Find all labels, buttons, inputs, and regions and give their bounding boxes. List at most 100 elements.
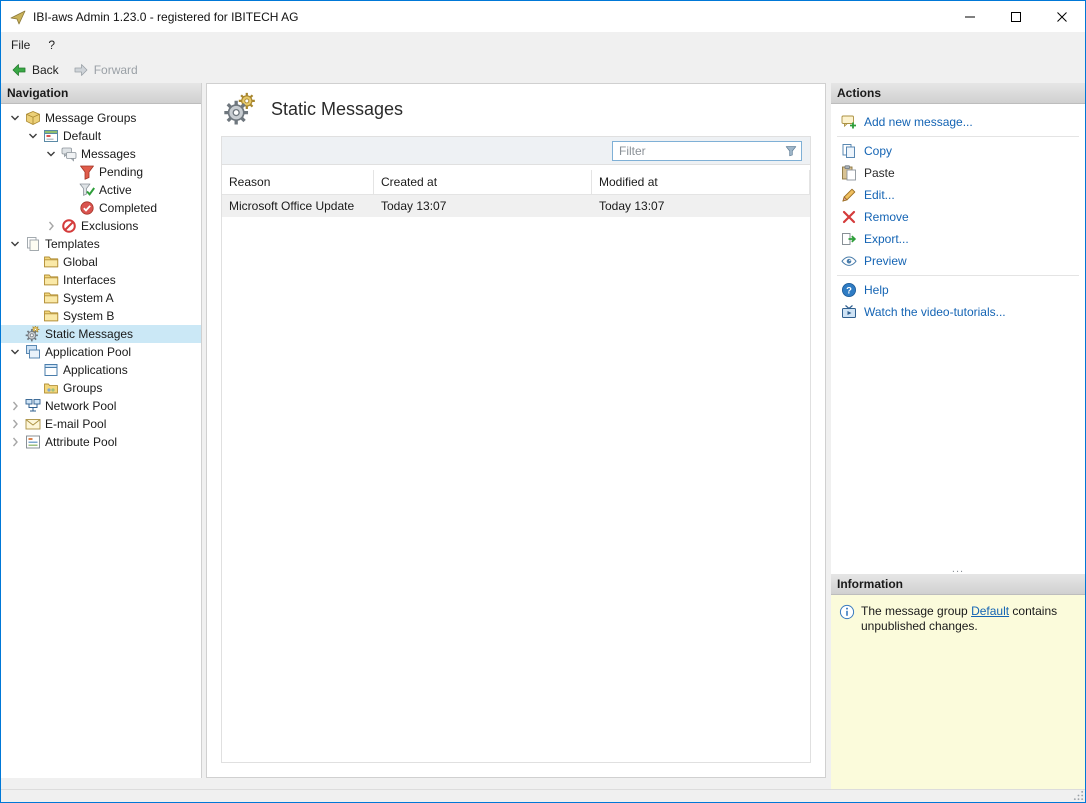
add-message-icon [841, 114, 857, 130]
chevron-right-icon[interactable] [7, 434, 23, 450]
tree-item-system-b[interactable]: System B [1, 307, 201, 325]
message-list: ReasonCreated atModified atMicrosoft Off… [221, 136, 811, 763]
chevron-spacer [25, 380, 41, 396]
tree-item-label: Exclusions [81, 219, 142, 233]
tree-item-applications[interactable]: Applications [1, 361, 201, 379]
tree-item-e-mail-pool[interactable]: E-mail Pool [1, 415, 201, 433]
maximize-button[interactable] [993, 1, 1039, 32]
action-label: Edit... [864, 188, 895, 202]
tree-item-global[interactable]: Global [1, 253, 201, 271]
chevron-right-icon[interactable] [7, 398, 23, 414]
forward-icon [73, 62, 89, 78]
chevron-right-icon[interactable] [43, 218, 59, 234]
filter-box [612, 141, 802, 161]
tree-item-system-a[interactable]: System A [1, 289, 201, 307]
tree-item-exclusions[interactable]: Exclusions [1, 217, 201, 235]
application-pool-icon [25, 344, 41, 360]
actions-list: Add new message... Copy Paste Edit... Remove… [831, 111, 1085, 323]
action-add-new-message[interactable]: Add new message... [831, 111, 1085, 133]
forward-button[interactable]: Forward [66, 59, 145, 81]
action-watch-the-video-tutorials[interactable]: Watch the video-tutorials... [831, 301, 1085, 323]
filter-funnel-icon[interactable] [784, 144, 798, 158]
chevron-down-icon[interactable] [25, 128, 41, 144]
filter-input[interactable] [613, 142, 784, 160]
templates-icon [25, 236, 41, 252]
column-header-reason[interactable]: Reason [222, 170, 374, 194]
information-message-before: The message group [861, 604, 971, 618]
default-group-icon [43, 128, 59, 144]
tree-item-label: Network Pool [45, 399, 120, 413]
chevron-spacer [25, 308, 41, 324]
chevron-down-icon[interactable] [43, 146, 59, 162]
table-row[interactable]: Microsoft Office UpdateToday 13:07Today … [222, 195, 810, 217]
action-label: Add new message... [864, 115, 973, 129]
menu-file[interactable]: File [2, 34, 39, 56]
resize-grip-icon[interactable] [1073, 790, 1084, 801]
tree-item-default[interactable]: Default [1, 127, 201, 145]
tree-item-network-pool[interactable]: Network Pool [1, 397, 201, 415]
pending-icon [79, 164, 95, 180]
edit-icon [841, 187, 857, 203]
action-export[interactable]: Export... [831, 228, 1085, 250]
message-groups-icon [25, 110, 41, 126]
tree-item-application-pool[interactable]: Application Pool [1, 343, 201, 361]
chevron-spacer [61, 182, 77, 198]
panel-splitter[interactable]: ... [831, 565, 1085, 573]
static-messages-icon [25, 326, 41, 342]
tree-item-interfaces[interactable]: Interfaces [1, 271, 201, 289]
menu-help[interactable]: ? [39, 34, 64, 56]
help-icon: ? [841, 282, 857, 298]
active-icon [79, 182, 95, 198]
action-label: Export... [864, 232, 909, 246]
action-help[interactable]: ?Help [831, 279, 1085, 301]
tree-item-static-messages[interactable]: Static Messages [1, 325, 201, 343]
main-header: Static Messages [223, 92, 403, 126]
tree-item-label: Applications [63, 363, 132, 377]
preview-icon [841, 253, 857, 269]
tree-item-completed[interactable]: Completed [1, 199, 201, 217]
chevron-down-icon[interactable] [7, 344, 23, 360]
column-header-modified-at[interactable]: Modified at [592, 170, 810, 194]
table-cell: Microsoft Office Update [222, 195, 374, 217]
tree-item-label: Groups [63, 381, 106, 395]
minimize-button[interactable] [947, 1, 993, 32]
menubar: File? [1, 32, 1085, 57]
back-button-label: Back [32, 63, 59, 77]
column-header-created-at[interactable]: Created at [374, 170, 592, 194]
action-label: Watch the video-tutorials... [864, 305, 1006, 319]
action-preview[interactable]: Preview [831, 250, 1085, 272]
action-label: Copy [864, 144, 892, 158]
tree-item-label: Static Messages [45, 327, 137, 341]
export-icon [841, 231, 857, 247]
back-button[interactable]: Back [4, 59, 66, 81]
action-paste[interactable]: Paste [831, 162, 1085, 184]
information-header: Information [831, 574, 1085, 595]
tree-item-active[interactable]: Active [1, 181, 201, 199]
action-edit[interactable]: Edit... [831, 184, 1085, 206]
chevron-right-icon[interactable] [7, 416, 23, 432]
tree-item-pending[interactable]: Pending [1, 163, 201, 181]
messages-table: ReasonCreated atModified atMicrosoft Off… [222, 170, 810, 217]
chevron-down-icon[interactable] [7, 110, 23, 126]
tree-item-messages[interactable]: Messages [1, 145, 201, 163]
actions-panel: Add new message... Copy Paste Edit... Remove… [831, 104, 1085, 574]
content-area: Navigation Message GroupsDefaultMessages… [1, 83, 1085, 789]
default-group-link[interactable]: Default [971, 604, 1009, 618]
chevron-down-icon[interactable] [7, 236, 23, 252]
navigation-tree: Message GroupsDefaultMessagesPendingActi… [1, 104, 201, 451]
tree-item-templates[interactable]: Templates [1, 235, 201, 253]
tree-item-message-groups[interactable]: Message Groups [1, 109, 201, 127]
attribute-pool-icon [25, 434, 41, 450]
window-title: IBI-aws Admin 1.23.0 - registered for IB… [33, 10, 298, 24]
messages-icon [61, 146, 77, 162]
close-button[interactable] [1039, 1, 1085, 32]
tree-item-label: E-mail Pool [45, 417, 110, 431]
action-copy[interactable]: Copy [831, 140, 1085, 162]
completed-icon [79, 200, 95, 216]
action-remove[interactable]: Remove [831, 206, 1085, 228]
table-cell: Today 13:07 [374, 195, 592, 217]
action-label: Remove [864, 210, 909, 224]
tree-item-groups[interactable]: Groups [1, 379, 201, 397]
tree-item-attribute-pool[interactable]: Attribute Pool [1, 433, 201, 451]
actions-separator [837, 136, 1079, 137]
